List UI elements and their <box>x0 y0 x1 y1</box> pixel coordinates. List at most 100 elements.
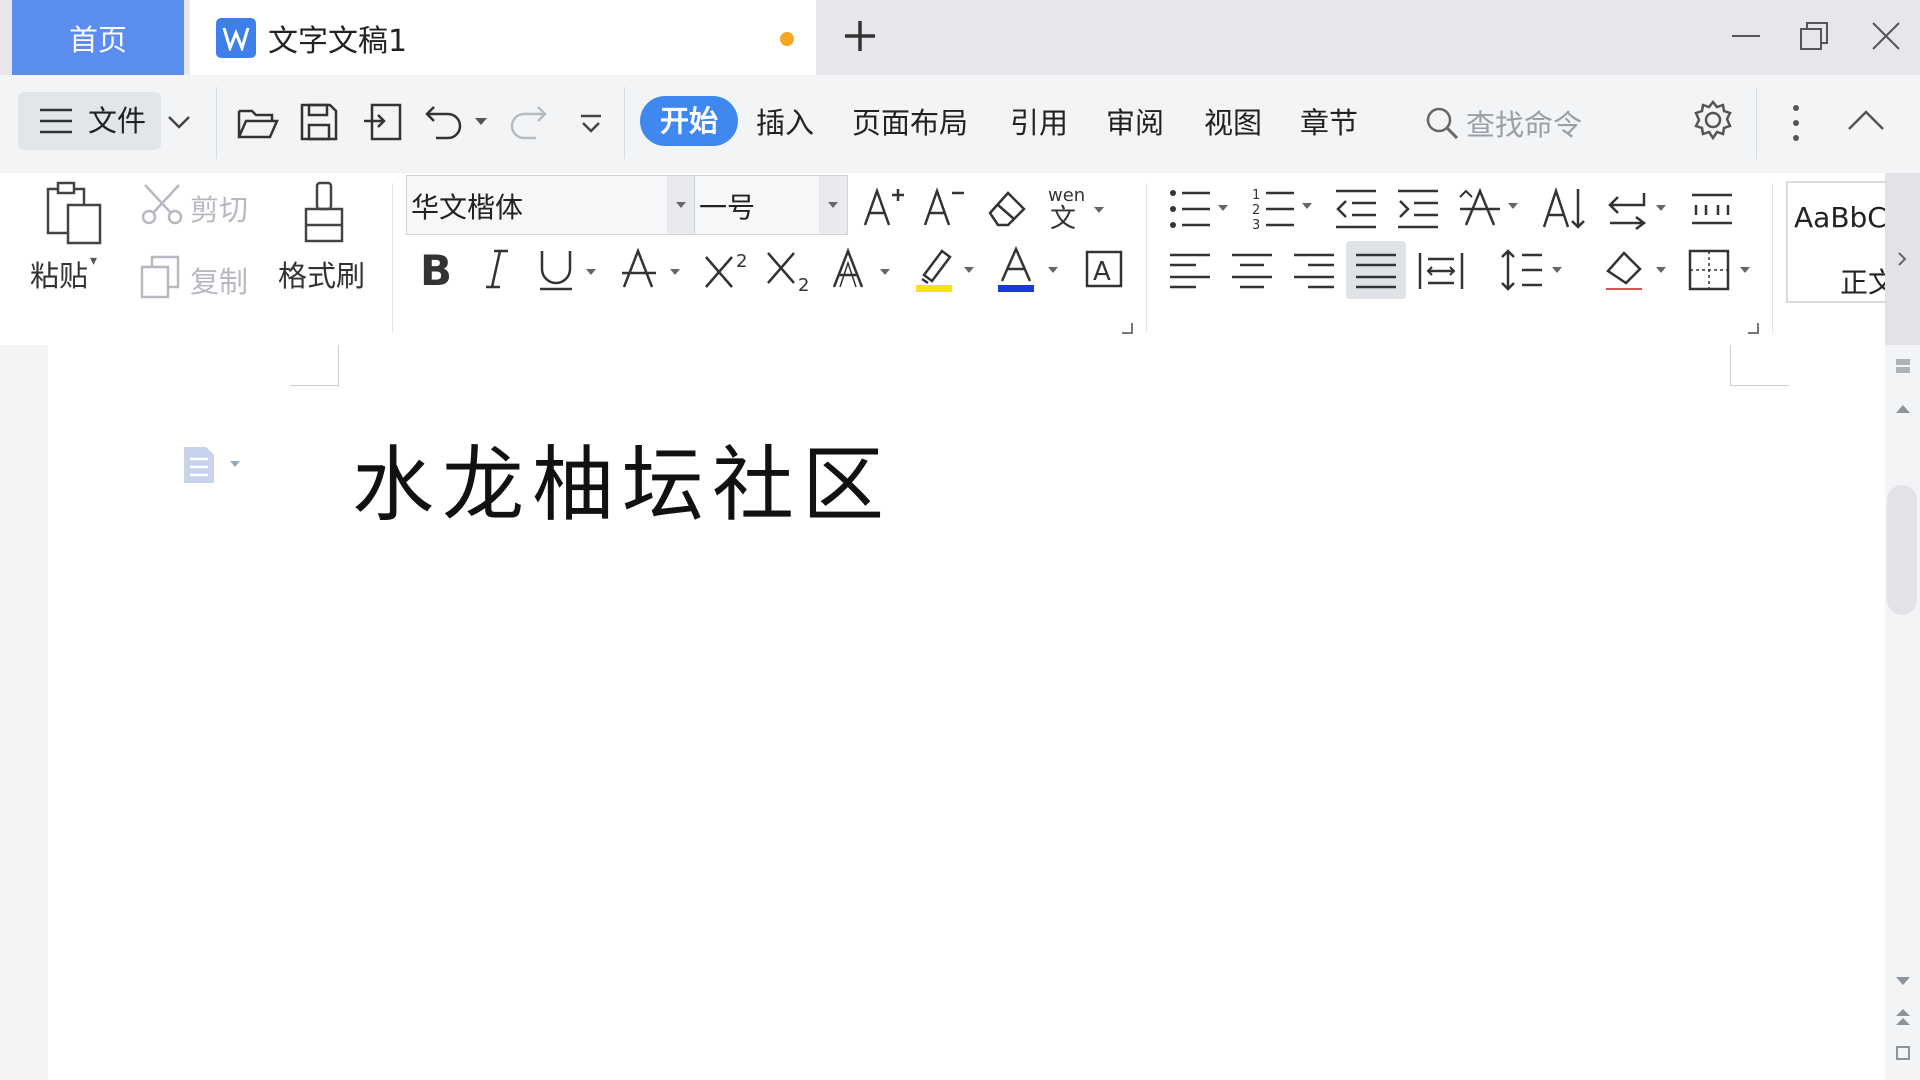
ribbon-divider <box>1772 183 1773 333</box>
document-page[interactable] <box>48 345 1886 1080</box>
tab-review[interactable]: 审阅 <box>1106 101 1164 145</box>
chinese-layout-icon[interactable] <box>1458 185 1526 231</box>
decrease-font-size-icon[interactable] <box>922 185 966 229</box>
tab-chapter[interactable]: 章节 <box>1300 101 1358 145</box>
close-window-icon[interactable] <box>1870 20 1902 52</box>
search-command[interactable]: 查找命令 <box>1424 101 1582 145</box>
style-gallery-normal[interactable]: AaBbC 正文 <box>1786 181 1887 303</box>
file-menu-label: 文件 <box>88 104 147 138</box>
menu-divider <box>624 87 625 159</box>
svg-text:1: 1 <box>1252 188 1260 203</box>
more-options-icon[interactable] <box>1790 103 1802 143</box>
cut-button: 剪切 <box>190 193 249 227</box>
svg-text:wen: wen <box>1048 185 1085 206</box>
scrollbar-thumb[interactable] <box>1887 485 1917 615</box>
quick-access-more-icon[interactable] <box>578 113 604 135</box>
tab-home[interactable]: 首页 <box>12 0 184 75</box>
cut-scissors-icon <box>140 183 184 225</box>
paragraph-dialog-launcher-icon[interactable] <box>1746 321 1760 335</box>
open-folder-icon[interactable] <box>236 101 280 145</box>
document-heading-text[interactable]: 水龙柚坛社区 <box>352 418 892 537</box>
save-icon[interactable] <box>298 101 340 143</box>
copy-icon <box>140 255 180 299</box>
paste-icon[interactable] <box>44 181 104 245</box>
character-border-icon[interactable]: A <box>1084 249 1124 289</box>
menu-bar: 文件 开始 插入 页面布局 引用 审阅 视图 章节 查找命令 <box>0 75 1920 173</box>
table-tabs-icon[interactable] <box>1690 191 1734 227</box>
bold-icon[interactable]: B <box>418 247 458 291</box>
decrease-indent-icon[interactable] <box>1334 187 1378 231</box>
style-gallery-expand[interactable] <box>1885 173 1920 345</box>
hamburger-icon <box>38 106 74 136</box>
show-paragraph-marks-icon[interactable] <box>1604 187 1672 231</box>
paste-label: 粘贴 <box>30 259 89 293</box>
ribbon-divider <box>1146 183 1147 333</box>
align-justify-button[interactable] <box>1346 241 1406 299</box>
file-menu-button[interactable]: 文件 <box>18 92 161 150</box>
font-color-icon[interactable] <box>998 245 1064 293</box>
search-icon <box>1426 107 1459 140</box>
line-spacing-icon[interactable] <box>1500 247 1568 293</box>
font-dialog-launcher-icon[interactable] <box>1120 321 1134 335</box>
scroll-down-arrow-icon[interactable] <box>1895 975 1911 987</box>
superscript-icon[interactable]: 2 <box>704 247 752 293</box>
collapse-ribbon-icon[interactable] <box>1846 107 1886 133</box>
unsaved-dot-icon <box>780 32 794 46</box>
tab-view[interactable]: 视图 <box>1204 101 1262 145</box>
bullet-list-icon[interactable] <box>1168 187 1236 231</box>
minimize-icon[interactable] <box>1730 20 1762 52</box>
italic-icon[interactable] <box>480 247 514 291</box>
new-tab-plus-icon[interactable] <box>842 18 878 54</box>
paragraph-options-icon[interactable] <box>182 445 248 485</box>
previous-page-icon[interactable] <box>1895 1007 1911 1027</box>
align-center-icon[interactable] <box>1230 251 1274 291</box>
tab-document[interactable]: 文字文稿1 <box>190 0 816 75</box>
paste-button[interactable]: 粘贴 ▾ <box>30 253 97 295</box>
select-browse-object-icon[interactable] <box>1895 1045 1911 1061</box>
font-size-value: 一号 <box>699 191 756 224</box>
underline-icon[interactable] <box>538 247 602 293</box>
strikethrough-icon[interactable] <box>620 247 688 293</box>
distributed-align-icon[interactable] <box>1418 251 1464 291</box>
sort-icon[interactable] <box>1542 185 1588 231</box>
tab-document-label: 文字文稿1 <box>268 23 408 59</box>
style-name-label: 正文 <box>1840 266 1887 299</box>
format-painter-brush-icon[interactable] <box>300 181 348 247</box>
font-name-dropdown-icon[interactable] <box>667 176 695 234</box>
tab-page-layout[interactable]: 页面布局 <box>852 101 968 145</box>
clear-format-eraser-icon[interactable] <box>984 187 1028 229</box>
tab-home-label: 首页 <box>68 22 127 57</box>
font-size-select[interactable]: 一号 <box>694 175 848 235</box>
increase-font-size-icon[interactable] <box>862 185 906 229</box>
menu-divider <box>216 87 217 159</box>
tab-insert[interactable]: 插入 <box>756 101 814 145</box>
highlight-pen-icon[interactable] <box>914 245 980 293</box>
format-painter-button[interactable]: 格式刷 <box>278 253 365 295</box>
phonetic-guide-icon[interactable]: wen 文 <box>1046 183 1106 229</box>
undo-dropdown-icon[interactable] <box>474 117 488 127</box>
numbered-list-icon[interactable]: 123 <box>1252 185 1320 231</box>
settings-gear-icon[interactable] <box>1692 99 1734 141</box>
increase-indent-icon[interactable] <box>1396 187 1440 231</box>
undo-icon[interactable] <box>424 103 464 141</box>
tab-start[interactable]: 开始 <box>640 96 738 146</box>
export-pdf-icon[interactable] <box>362 101 404 143</box>
file-dropdown-chevron-icon[interactable] <box>166 111 192 133</box>
font-name-select[interactable]: 华文楷体 <box>406 175 696 235</box>
align-left-icon[interactable] <box>1168 251 1212 291</box>
document-map-icon[interactable] <box>1894 357 1912 375</box>
shading-icon[interactable] <box>1604 247 1672 295</box>
scroll-up-arrow-icon[interactable] <box>1895 403 1911 415</box>
ribbon-toolbar: 粘贴 ▾ 剪切 复制 格式刷 华文楷体 一号 wen 文 B 2 2 A 1 2… <box>0 173 1887 345</box>
align-right-icon[interactable] <box>1292 251 1336 291</box>
tab-references[interactable]: 引用 <box>1010 101 1068 145</box>
restore-icon[interactable] <box>1798 20 1830 52</box>
svg-text:2: 2 <box>1252 203 1260 218</box>
svg-text:2: 2 <box>736 251 747 272</box>
font-size-dropdown-icon[interactable] <box>819 176 847 234</box>
subscript-icon[interactable]: 2 <box>766 247 814 293</box>
redo-icon <box>508 103 548 141</box>
text-effects-icon[interactable] <box>830 247 898 293</box>
vertical-scrollbar[interactable] <box>1885 345 1920 1080</box>
borders-icon[interactable] <box>1688 249 1756 293</box>
